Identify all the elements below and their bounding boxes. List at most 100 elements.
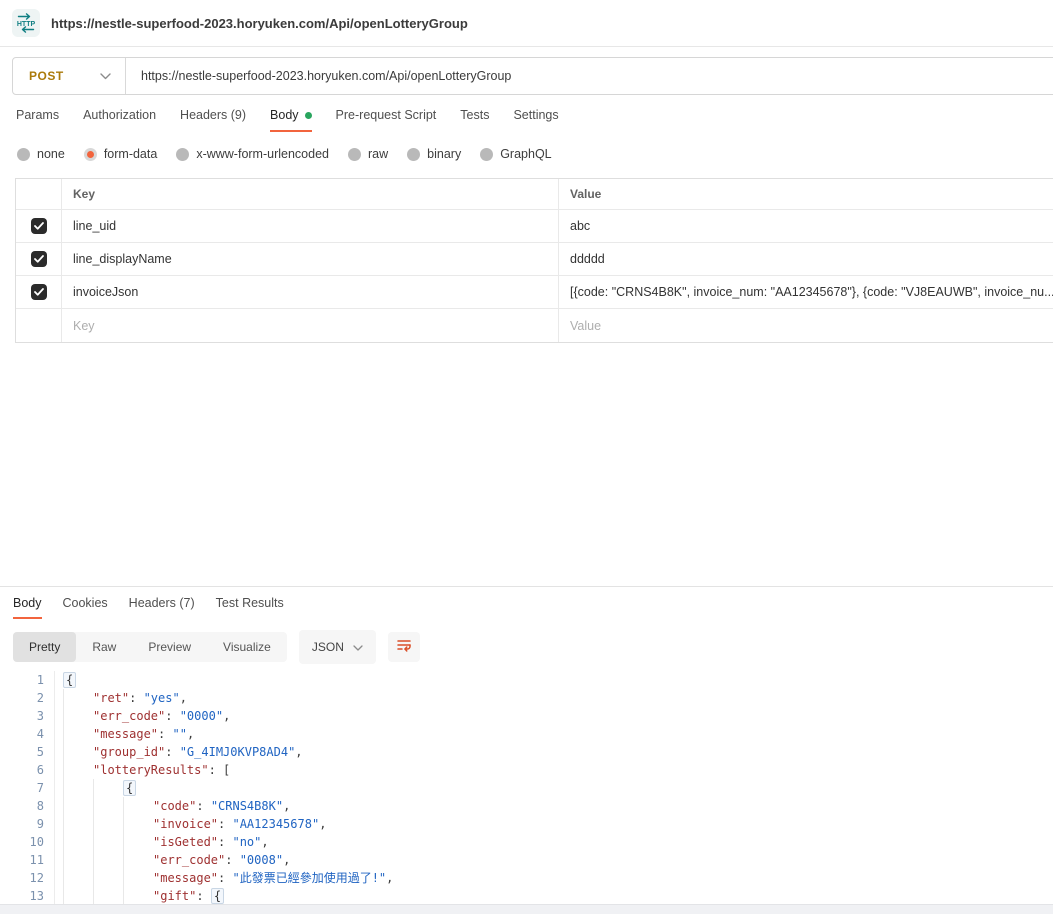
response-language-dropdown[interactable]: JSON xyxy=(299,630,376,664)
row-checkbox-checked[interactable] xyxy=(31,284,47,300)
row-checkbox-cell xyxy=(16,243,61,276)
request-tab-settings[interactable]: Settings xyxy=(513,108,558,132)
json-token-p: : xyxy=(218,817,232,831)
radio-label: binary xyxy=(427,147,461,161)
tab-label: Pre-request Script xyxy=(336,108,437,122)
tab-label: Headers (9) xyxy=(180,108,246,122)
json-token-b: { xyxy=(63,672,76,688)
code-content: "message": "此發票已經參加使用過了!", xyxy=(55,869,393,887)
new-row-value-input[interactable]: Value xyxy=(558,309,1053,342)
json-token-s: "no" xyxy=(232,835,261,849)
line-number: 12 xyxy=(0,869,44,887)
request-tab-tests[interactable]: Tests xyxy=(460,108,489,132)
code-line-13: 13"gift": { xyxy=(0,887,1053,905)
line-number: 4 xyxy=(0,725,44,743)
form-value-cell-line-displayname[interactable]: ddddd xyxy=(558,243,1053,276)
gutter-divider xyxy=(44,815,55,833)
response-tab-body[interactable]: Body xyxy=(13,596,42,619)
view-mode-pretty[interactable]: Pretty xyxy=(13,632,76,662)
json-token-k: "message" xyxy=(153,871,218,885)
body-type-raw[interactable]: raw xyxy=(348,147,388,161)
code-content: "code": "CRNS4B8K", xyxy=(55,797,290,815)
json-token-p: : xyxy=(196,799,210,813)
view-mode-visualize[interactable]: Visualize xyxy=(207,632,287,662)
json-token-s: "" xyxy=(172,727,186,741)
form-value-cell-line-uid[interactable]: abc xyxy=(558,210,1053,243)
form-value-cell-invoicejson[interactable]: [{code: "CRNS4B8K", invoice_num: "AA1234… xyxy=(558,276,1053,309)
horizontal-scrollbar[interactable] xyxy=(0,904,1053,914)
json-token-p: : xyxy=(196,889,210,903)
gutter-divider xyxy=(44,689,55,707)
row-checkbox-cell xyxy=(16,210,61,243)
body-type-graphql[interactable]: GraphQL xyxy=(480,147,551,161)
request-tab-body[interactable]: Body xyxy=(270,108,312,132)
response-section: Body Cookies Headers (7) Test Results Prett… xyxy=(0,586,1053,914)
json-token-p: , xyxy=(283,853,290,867)
body-type-x-www-form-urlencoded[interactable]: x-www-form-urlencoded xyxy=(176,147,329,161)
code-line-2: 2"ret": "yes", xyxy=(0,689,1053,707)
code-content: "ret": "yes", xyxy=(55,689,187,707)
line-number: 9 xyxy=(0,815,44,833)
json-token-p: : xyxy=(158,727,172,741)
json-token-s: "CRNS4B8K" xyxy=(211,799,283,813)
wrap-line-button[interactable] xyxy=(388,632,420,662)
json-token-p: , xyxy=(283,799,290,813)
new-row-key-input[interactable]: Key xyxy=(61,309,558,342)
json-token-k: "ret" xyxy=(93,691,129,705)
code-content: "err_code": "0008", xyxy=(55,851,290,869)
json-token-s: "0008" xyxy=(240,853,283,867)
radio-label: GraphQL xyxy=(500,147,551,161)
code-line-11: 11 "err_code": "0008", xyxy=(0,851,1053,869)
body-type-none[interactable]: none xyxy=(17,147,65,161)
response-tab-test-results[interactable]: Test Results xyxy=(216,596,284,619)
http-request-icon: HTTP xyxy=(12,9,40,37)
code-line-8: 8"code": "CRNS4B8K", xyxy=(0,797,1053,815)
code-content: "lotteryResults": [ xyxy=(55,761,230,779)
code-content: "err_code": "0000", xyxy=(55,707,230,725)
method-label: POST xyxy=(29,69,64,83)
view-mode-preview[interactable]: Preview xyxy=(132,632,207,662)
code-line-10: 10"isGeted": "no", xyxy=(0,833,1053,851)
request-tab-params[interactable]: Params xyxy=(16,108,59,132)
line-number: 11 xyxy=(0,851,44,869)
request-tab-authorization[interactable]: Authorization xyxy=(83,108,156,132)
form-key-cell-line-uid[interactable]: line_uid xyxy=(61,210,558,243)
row-checkbox-checked[interactable] xyxy=(31,251,47,267)
chevron-down-icon xyxy=(353,638,363,656)
response-tab-cookies[interactable]: Cookies xyxy=(63,596,108,619)
json-token-p: , xyxy=(180,691,187,705)
view-mode-raw[interactable]: Raw xyxy=(76,632,132,662)
form-table-header-key: Key xyxy=(61,179,558,210)
method-dropdown[interactable]: POST xyxy=(13,58,125,94)
json-token-p: : xyxy=(129,691,143,705)
line-number: 13 xyxy=(0,887,44,905)
body-type-form-data[interactable]: form-data xyxy=(84,147,158,161)
code-content: "group_id": "G_4IMJ0KVP8AD4", xyxy=(55,743,303,761)
request-url-bar: POST https://nestle-superfood-2023.horyu… xyxy=(12,57,1053,95)
response-language-label: JSON xyxy=(312,640,344,654)
response-tab-headers-7[interactable]: Headers (7) xyxy=(129,596,195,619)
row-checkbox-checked[interactable] xyxy=(31,218,47,234)
json-token-s: "此發票已經參加使用過了!" xyxy=(232,871,386,885)
json-token-k: "invoice" xyxy=(153,817,218,831)
radio-label: x-www-form-urlencoded xyxy=(196,147,329,161)
code-line-5: 5"group_id": "G_4IMJ0KVP8AD4", xyxy=(0,743,1053,761)
json-token-p: [ xyxy=(223,763,230,777)
request-tab-pre-request-script[interactable]: Pre-request Script xyxy=(336,108,437,132)
json-token-p: : xyxy=(209,763,223,777)
form-key-cell-invoicejson[interactable]: invoiceJson xyxy=(61,276,558,309)
line-number: 7 xyxy=(0,779,44,797)
json-token-k: "gift" xyxy=(153,889,196,903)
json-token-p: , xyxy=(319,817,326,831)
code-line-9: 9 "invoice": "AA12345678", xyxy=(0,815,1053,833)
response-body-json[interactable]: 1{2"ret": "yes",3"err_code": "0000",4"me… xyxy=(0,671,1053,914)
json-token-s: "AA12345678" xyxy=(232,817,319,831)
gutter-divider xyxy=(44,887,55,905)
url-input[interactable]: https://nestle-superfood-2023.horyuken.c… xyxy=(126,58,511,94)
tab-label: Body xyxy=(270,108,299,122)
gutter-divider xyxy=(44,707,55,725)
request-tab-headers-9[interactable]: Headers (9) xyxy=(180,108,246,132)
json-token-b: { xyxy=(123,780,136,796)
body-type-binary[interactable]: binary xyxy=(407,147,461,161)
form-key-cell-line-displayname[interactable]: line_displayName xyxy=(61,243,558,276)
